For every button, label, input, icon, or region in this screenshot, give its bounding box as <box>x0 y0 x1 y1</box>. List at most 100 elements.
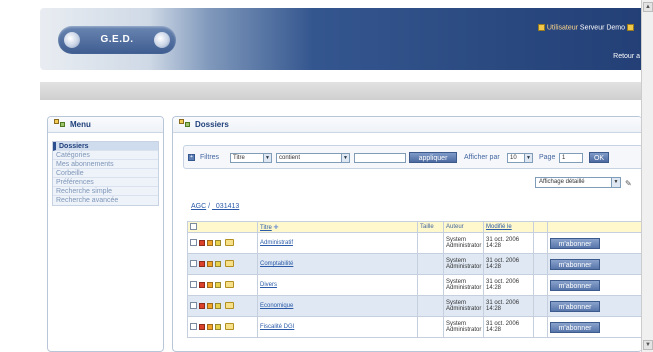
chevron-down-icon: ▼ <box>524 154 532 162</box>
page-input[interactable]: 1 <box>559 153 583 163</box>
select-all-cell <box>187 221 258 233</box>
table-row[interactable]: Fiscalité DGI System Administrator 31 oc… <box>187 316 642 338</box>
subscribe-button[interactable]: m'abonner <box>550 321 600 333</box>
row-checkbox[interactable] <box>190 281 197 289</box>
expand-filter-icon[interactable]: + <box>188 154 195 161</box>
subscribe-button[interactable]: m'abonner <box>550 279 600 291</box>
yellow-status-icon[interactable] <box>215 302 221 309</box>
row-action: m'abonner <box>547 232 642 254</box>
vertical-scrollbar[interactable]: ▲ ▼ <box>641 0 653 352</box>
orange-status-icon[interactable] <box>207 302 213 309</box>
subscribe-button[interactable]: m'abonner <box>550 237 600 249</box>
yellow-status-icon[interactable] <box>215 239 221 246</box>
per-page-label: Afficher par <box>464 154 500 161</box>
row-action: m'abonner <box>547 316 642 338</box>
menu-item-advanced-search[interactable]: Recherche avancée <box>53 196 158 205</box>
title-sort-link[interactable]: Titre <box>260 225 272 231</box>
table-row[interactable]: Administratif System Administrator 31 oc… <box>187 232 642 254</box>
yellow-status-icon[interactable] <box>215 260 221 267</box>
apply-filter-button[interactable]: appliquer <box>409 152 457 163</box>
select-all-checkbox[interactable] <box>190 223 197 231</box>
row-title: Comptabilité <box>257 253 418 275</box>
orange-status-icon[interactable] <box>207 323 213 330</box>
display-mode-select[interactable]: Affichage détaillé ▼ <box>535 177 621 188</box>
folders-table: Titre ✚ Taille Auteur Modifié le Adminis… <box>187 221 642 338</box>
ok-button[interactable]: OK <box>589 152 609 163</box>
folders-header: Dossiers <box>173 117 642 133</box>
app-logo[interactable]: G.E.D. <box>58 26 176 54</box>
title-column-header[interactable]: Titre ✚ <box>257 221 418 233</box>
yellow-status-icon[interactable] <box>215 281 221 288</box>
row-modified: 31 oct. 2006 14:28 <box>483 232 534 254</box>
folders-panel-icon <box>179 119 191 128</box>
folders-panel: Dossiers + Filtres Titre ▼ contient ▼ appl… <box>172 116 642 352</box>
red-status-icon[interactable] <box>199 323 205 330</box>
folder-icon <box>225 239 234 247</box>
menu-item-simple-search[interactable]: Recherche simple <box>53 187 158 196</box>
folder-link[interactable]: Fiscalité DGI <box>260 324 294 330</box>
row-action: m'abonner <box>547 274 642 296</box>
row-checkbox[interactable] <box>190 260 197 268</box>
red-status-icon[interactable] <box>199 302 205 309</box>
row-author: System Administrator <box>443 316 484 338</box>
row-author: System Administrator <box>443 253 484 275</box>
folder-link[interactable]: Administratif <box>260 240 293 246</box>
row-controls <box>187 232 258 254</box>
table-row[interactable]: Comptabilité System Administrator 31 oct… <box>187 253 642 275</box>
table-row[interactable]: Economique System Administrator 31 oct. … <box>187 295 642 317</box>
folder-icon <box>225 281 234 289</box>
row-title: Divers <box>257 274 418 296</box>
folders-title: Dossiers <box>195 120 229 129</box>
row-action: m'abonner <box>547 295 642 317</box>
folder-link[interactable]: Comptabilité <box>260 261 293 267</box>
filter-operator-select[interactable]: contient ▼ <box>276 153 350 163</box>
row-checkbox[interactable] <box>190 323 197 331</box>
filter-field-select[interactable]: Titre ▼ <box>230 153 272 163</box>
logo-text: G.E.D. <box>100 34 134 45</box>
modified-column-header[interactable]: Modifié le <box>483 221 534 233</box>
row-controls <box>187 316 258 338</box>
modified-sort-link[interactable]: Modifié le <box>486 224 512 230</box>
row-size <box>417 253 444 275</box>
menu-item-trash[interactable]: Corbeille <box>53 169 158 178</box>
menu-item-preferences[interactable]: Préférences <box>53 178 158 187</box>
row-spacer <box>533 253 548 275</box>
edit-icon[interactable]: ✎ <box>625 179 632 188</box>
red-status-icon[interactable] <box>199 239 205 246</box>
filter-bar: + Filtres Titre ▼ contient ▼ appliquer Aff… <box>183 145 642 169</box>
scroll-up-icon[interactable]: ▲ <box>643 2 653 12</box>
orange-status-icon[interactable] <box>207 239 213 246</box>
filter-value-input[interactable] <box>354 153 406 163</box>
folder-link[interactable]: Divers <box>260 282 277 288</box>
chevron-down-icon: ▼ <box>611 178 620 187</box>
red-status-icon[interactable] <box>199 281 205 288</box>
menu-item-categories[interactable]: Catégories <box>53 151 158 160</box>
page-label: Page <box>539 154 556 161</box>
folder-icon <box>225 302 234 310</box>
yellow-status-icon[interactable] <box>215 323 221 330</box>
row-modified: 31 oct. 2006 14:28 <box>483 316 534 338</box>
menu-item-subscriptions[interactable]: Mes abonnements <box>53 160 158 169</box>
row-modified: 31 oct. 2006 14:28 <box>483 295 534 317</box>
per-page-select[interactable]: 10 ▼ <box>507 153 533 163</box>
row-title: Economique <box>257 295 418 317</box>
breadcrumb-root[interactable]: AGC <box>191 203 206 210</box>
breadcrumb-current[interactable]: _031413 <box>212 203 239 210</box>
orange-status-icon[interactable] <box>207 281 213 288</box>
scroll-down-icon[interactable]: ▼ <box>643 340 653 350</box>
menu-header: Menu <box>48 117 163 133</box>
menu-item-dossiers[interactable]: Dossiers <box>53 142 158 151</box>
subscribe-button[interactable]: m'abonner <box>550 258 600 270</box>
row-author: System Administrator <box>443 232 484 254</box>
table-row[interactable]: Divers System Administrator 31 oct. 2006… <box>187 274 642 296</box>
row-checkbox[interactable] <box>190 239 197 247</box>
return-link[interactable]: Retour a <box>613 53 640 60</box>
user-label[interactable]: Utilisateur <box>547 24 578 31</box>
row-checkbox[interactable] <box>190 302 197 310</box>
subscribe-button[interactable]: m'abonner <box>550 300 600 312</box>
folder-link[interactable]: Economique <box>260 303 293 309</box>
orange-status-icon[interactable] <box>207 260 213 267</box>
chevron-down-icon: ▼ <box>341 154 349 162</box>
red-status-icon[interactable] <box>199 260 205 267</box>
logo-orb-left <box>64 32 80 48</box>
